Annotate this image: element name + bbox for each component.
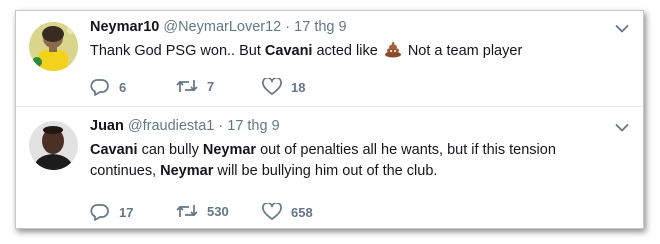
tweet[interactable]: Neymar10 @NeymarLover12 · 17 thg 9 Thank… [16,11,643,106]
like-count: 658 [291,204,313,220]
tweet-text: Cavani can bully Neymar out of penalties… [90,142,556,179]
avatar[interactable] [29,22,78,71]
reply-icon [90,204,109,221]
retweet-button[interactable]: 7 [176,78,214,94]
reply-icon [90,79,109,96]
avatar[interactable] [29,121,78,170]
display-name[interactable]: Juan [90,118,124,134]
separator-dot: · [218,118,224,134]
pile-of-poo-icon [384,40,402,65]
retweet-icon [176,80,198,92]
tweet-text: Thank God PSG won.. But Cavani acted lik… [90,40,625,65]
like-button[interactable]: 658 [262,203,313,221]
separator-dot: · [285,19,291,35]
tweet-card: Neymar10 @NeymarLover12 · 17 thg 9 Thank… [15,10,644,229]
retweet-button[interactable]: 530 [176,203,229,219]
retweet-count: 530 [207,203,229,219]
user-handle[interactable]: @NeymarLover12 [163,19,281,35]
reply-count: 6 [119,79,127,95]
heart-icon [262,203,282,220]
like-count: 18 [291,79,306,95]
tweet-date[interactable]: 17 thg 9 [227,118,279,134]
tweet-date[interactable]: 17 thg 9 [294,19,346,35]
chevron-down-icon[interactable] [615,123,629,133]
tweet-header: Juan @fraudiesta1 · 17 thg 9 [90,118,280,134]
heart-icon [262,78,282,95]
retweet-icon [176,205,198,217]
display-name[interactable]: Neymar10 [90,19,159,35]
tweet-header: Neymar10 @NeymarLover12 · 17 thg 9 [90,19,347,35]
like-button[interactable]: 18 [262,78,305,96]
reply-button[interactable]: 6 [90,78,126,96]
retweet-count: 7 [207,78,215,94]
reply-count: 17 [119,204,134,220]
chevron-down-icon[interactable] [615,24,629,34]
reply-button[interactable]: 17 [90,203,133,221]
tweet[interactable]: Juan @fraudiesta1 · 17 thg 9 Cavani can … [16,106,643,221]
user-handle[interactable]: @fraudiesta1 [128,118,214,134]
